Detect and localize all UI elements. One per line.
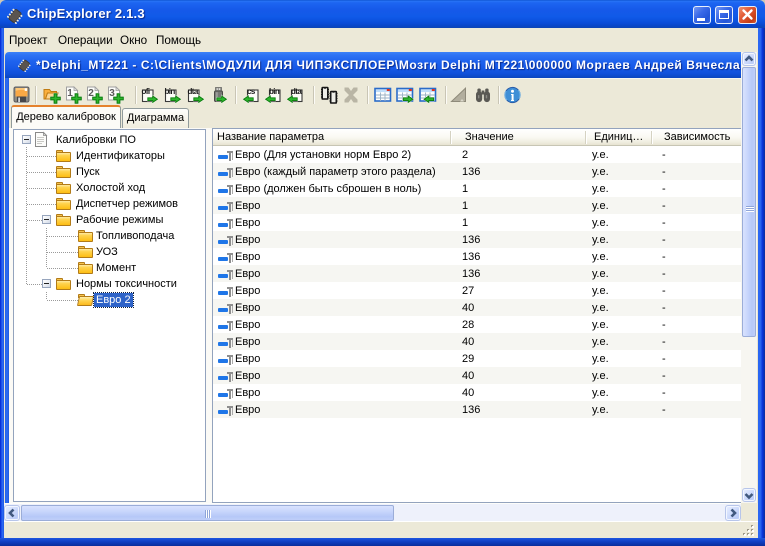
svg-text:dta: dta [188,87,199,96]
svg-text:ofi: ofi [142,87,150,96]
svg-text:dta: dta [291,87,302,96]
svg-text:bin: bin [165,87,176,96]
svg-text:cs: cs [247,87,256,96]
svg-text:bin: bin [269,87,280,96]
